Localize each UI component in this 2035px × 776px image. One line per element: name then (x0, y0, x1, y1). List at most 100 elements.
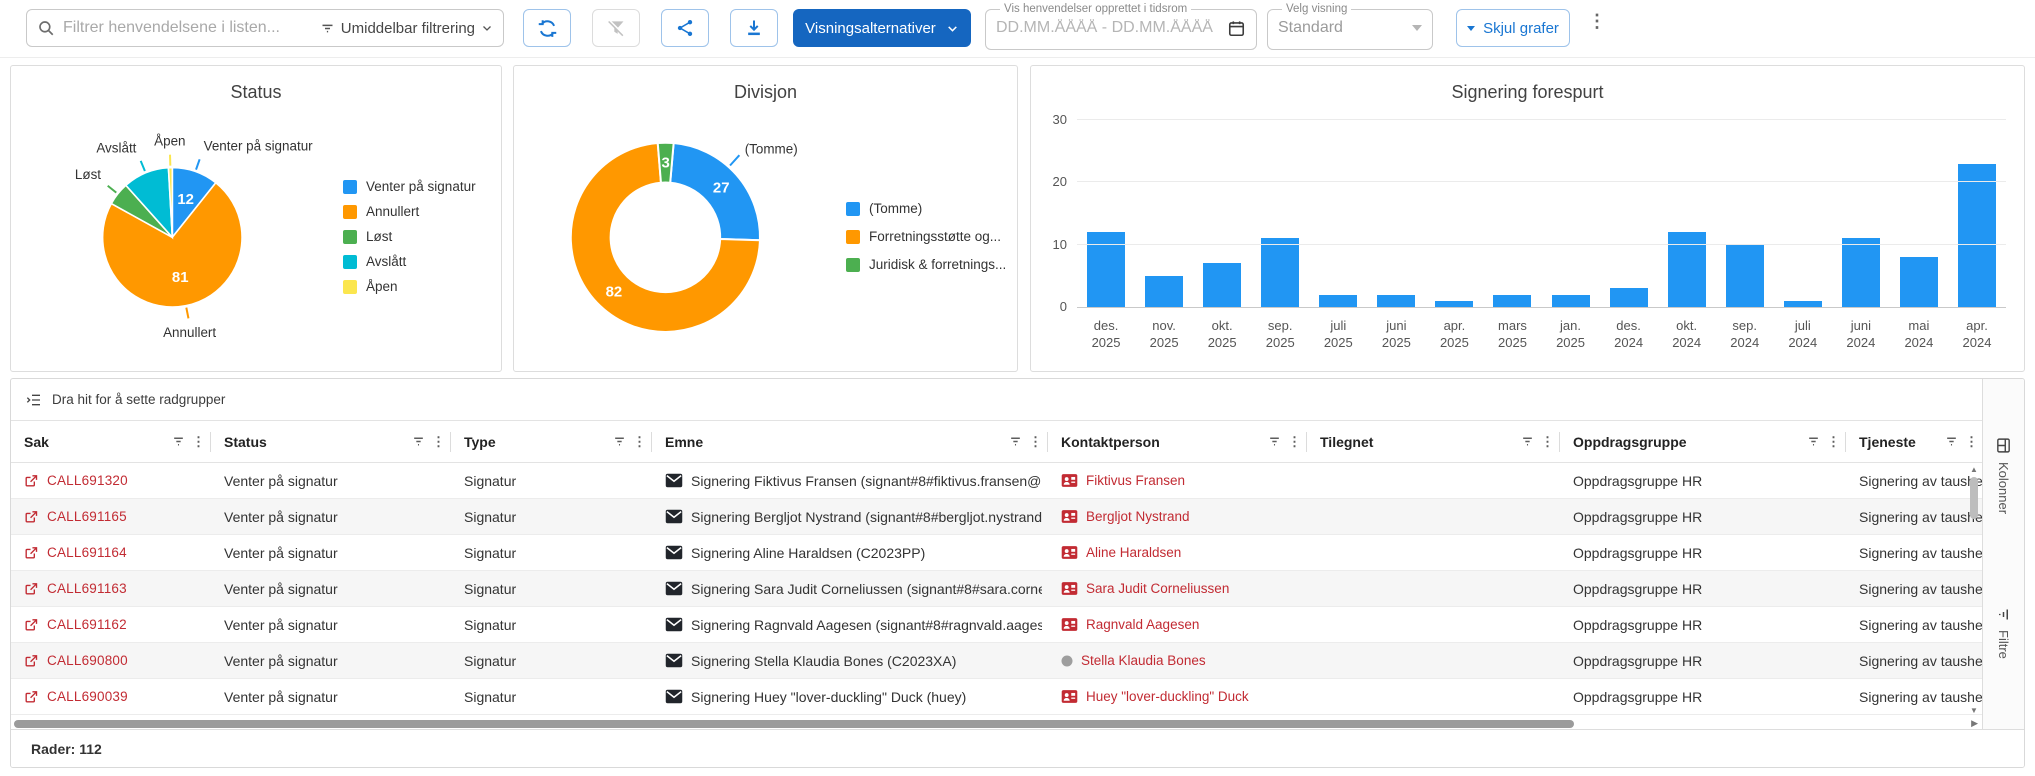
column-menu-kebab-icon[interactable]: ⋮ (1965, 435, 1978, 448)
x-category-label: des. 2025 (1091, 318, 1121, 350)
column-header[interactable]: Status ⋮ (211, 421, 451, 462)
column-filter-icon[interactable] (1945, 435, 1958, 448)
table-row[interactable]: CALL691165 Venter på signatur Signatur S… (11, 499, 1984, 535)
scroll-right-icon[interactable]: ▶ (1971, 718, 1978, 729)
column-header[interactable]: Type ⋮ (451, 421, 652, 462)
column-menu-kebab-icon[interactable]: ⋮ (1827, 435, 1840, 448)
case-link[interactable]: CALL690800 (47, 653, 128, 668)
external-link-icon[interactable] (24, 653, 39, 668)
contact-link[interactable]: Sara Judit Corneliussen (1086, 581, 1229, 596)
column-filter-icon[interactable] (412, 435, 425, 448)
column-header[interactable]: Kontaktperson ⋮ (1048, 421, 1307, 462)
date-range-input[interactable] (996, 19, 1219, 37)
column-menu-kebab-icon[interactable]: ⋮ (192, 435, 205, 448)
column-menu-kebab-icon[interactable]: ⋮ (1288, 435, 1301, 448)
case-link[interactable]: CALL690039 (47, 689, 128, 704)
table-row[interactable]: CALL691163 Venter på signatur Signatur S… (11, 571, 1984, 607)
legend-item[interactable]: Løst (343, 229, 476, 244)
contact-link[interactable]: Aline Haraldsen (1086, 545, 1181, 560)
legend-item[interactable]: Venter på signatur (343, 179, 476, 194)
external-link-icon[interactable] (24, 581, 39, 596)
column-filter-icon[interactable] (1009, 435, 1022, 448)
case-link[interactable]: CALL691162 (47, 617, 127, 632)
download-button[interactable] (730, 9, 778, 47)
column-filter-icon[interactable] (172, 435, 185, 448)
external-link-icon[interactable] (24, 545, 39, 560)
case-link[interactable]: CALL691164 (47, 545, 127, 560)
tab-filtre[interactable]: Filtre (1983, 607, 2024, 659)
legend-item[interactable]: Juridisk & forretnings... (846, 257, 1006, 272)
bar[interactable] (1377, 294, 1416, 307)
external-link-icon[interactable] (24, 689, 39, 704)
view-select[interactable]: Standard (1278, 15, 1422, 41)
bar[interactable] (1957, 163, 1996, 307)
envelope-icon (665, 653, 683, 668)
table-row[interactable]: CALL690800 Venter på signatur Signatur S… (11, 643, 1984, 679)
view-options-button[interactable]: Visningsalternativer (793, 9, 971, 47)
case-link[interactable]: CALL691163 (47, 581, 127, 596)
table-row[interactable]: CALL691164 Venter på signatur Signatur S… (11, 535, 1984, 571)
column-header[interactable]: Tilegnet ⋮ (1307, 421, 1560, 462)
row-group-drop-zone[interactable]: Dra hit for å sette radgrupper (11, 379, 2024, 421)
instant-filter-dropdown[interactable]: Umiddelbar filtrering (320, 20, 493, 37)
column-filter-icon[interactable] (1521, 435, 1534, 448)
bar[interactable] (1319, 294, 1358, 307)
refresh-button[interactable] (523, 9, 571, 47)
legend-item[interactable]: Avslått (343, 254, 476, 269)
case-link[interactable]: CALL691165 (47, 509, 127, 524)
bar[interactable] (1435, 300, 1474, 307)
table-row[interactable]: CALL691162 Venter på signatur Signatur S… (11, 607, 1984, 643)
external-link-icon[interactable] (24, 473, 39, 488)
column-menu-kebab-icon[interactable]: ⋮ (633, 435, 646, 448)
bar[interactable] (1899, 257, 1938, 307)
external-link-icon[interactable] (24, 509, 39, 524)
pie-value-label: 81 (172, 269, 189, 286)
bar[interactable] (1783, 300, 1822, 307)
external-link-icon[interactable] (24, 617, 39, 632)
column-menu-kebab-icon[interactable]: ⋮ (1029, 435, 1042, 448)
tab-kolonner[interactable]: Kolonner (1983, 437, 2024, 514)
case-link[interactable]: CALL691320 (47, 473, 128, 488)
view-select-value: Standard (1278, 19, 1343, 36)
contact-link[interactable]: Huey "lover-duckling" Duck (1086, 689, 1249, 704)
table-row[interactable]: CALL691320 Venter på signatur Signatur S… (11, 463, 1984, 499)
column-header[interactable]: Tjeneste ⋮ (1846, 421, 1984, 462)
legend-item[interactable]: Forretningsstøtte og... (846, 229, 1006, 244)
bar[interactable] (1609, 288, 1648, 307)
column-header[interactable]: Emne ⋮ (652, 421, 1048, 462)
bar[interactable] (1725, 244, 1764, 307)
column-filter-icon[interactable] (1268, 435, 1281, 448)
column-header[interactable]: Oppdragsgruppe ⋮ (1560, 421, 1846, 462)
calendar-icon[interactable] (1227, 19, 1246, 38)
scroll-up-icon[interactable]: ▲ (1970, 465, 1978, 474)
bar[interactable] (1551, 294, 1590, 307)
bar[interactable] (1145, 275, 1184, 307)
vertical-scrollbar-thumb[interactable] (1970, 477, 1978, 519)
bar[interactable] (1261, 238, 1300, 307)
column-header[interactable]: Sak ⋮ (11, 421, 211, 462)
bar[interactable] (1841, 238, 1880, 307)
table-row[interactable]: CALL690039 Venter på signatur Signatur S… (11, 679, 1984, 715)
vertical-scrollbar[interactable]: ▲ ▼ (1968, 465, 1980, 715)
horizontal-scrollbar-thumb[interactable] (14, 720, 1574, 728)
contact-link[interactable]: Ragnvald Aagesen (1086, 617, 1199, 632)
hide-charts-button[interactable]: Skjul grafer (1456, 9, 1570, 47)
search-input[interactable] (63, 19, 312, 37)
legend-item[interactable]: Åpen (343, 279, 476, 294)
share-button[interactable] (661, 9, 709, 47)
column-menu-kebab-icon[interactable]: ⋮ (1541, 435, 1554, 448)
bar[interactable] (1203, 263, 1242, 307)
legend-item[interactable]: Annullert (343, 204, 476, 219)
scroll-down-icon[interactable]: ▼ (1970, 706, 1978, 715)
more-options-kebab-icon[interactable]: ⋮ (1588, 12, 1606, 30)
legend-item[interactable]: (Tomme) (846, 201, 1006, 216)
legend-label: Løst (366, 229, 393, 244)
contact-link[interactable]: Stella Klaudia Bones (1081, 653, 1206, 668)
column-filter-icon[interactable] (1807, 435, 1820, 448)
pie-label-leader (185, 307, 190, 319)
contact-link[interactable]: Fiktivus Fransen (1086, 473, 1185, 488)
column-menu-kebab-icon[interactable]: ⋮ (432, 435, 445, 448)
column-filter-icon[interactable] (613, 435, 626, 448)
contact-link[interactable]: Bergljot Nystrand (1086, 509, 1190, 524)
bar[interactable] (1493, 294, 1532, 307)
